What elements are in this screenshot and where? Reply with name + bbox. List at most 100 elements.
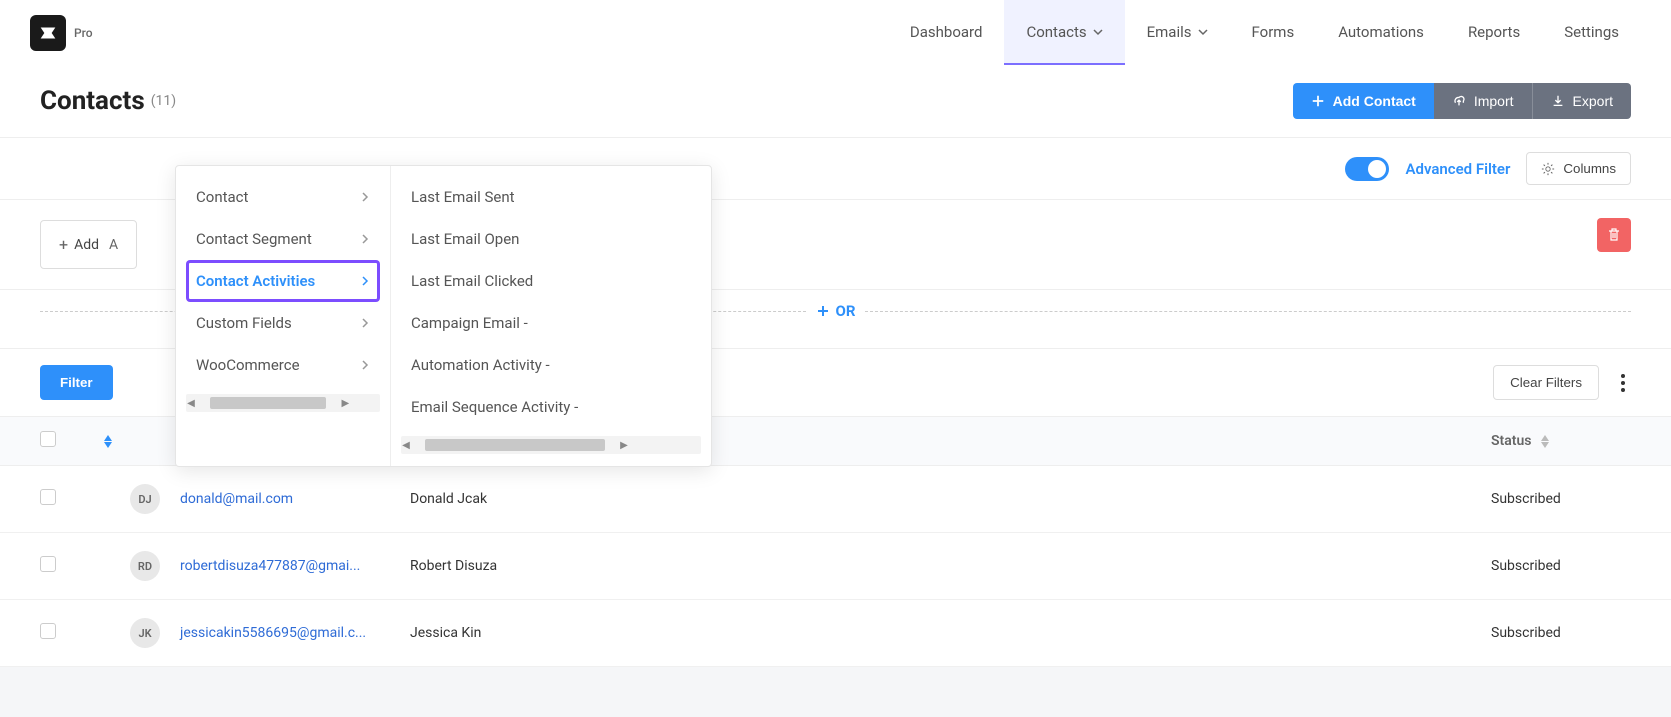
scroll-right-icon: ▶	[340, 398, 350, 409]
nav-automations-label: Automations	[1338, 23, 1424, 41]
plus-icon	[1311, 94, 1325, 108]
cascade-scrollbar-2[interactable]: ◀ ▶	[401, 436, 701, 454]
export-label: Export	[1573, 93, 1613, 109]
content: Contacts (11) Add Contact Import Export …	[0, 65, 1671, 667]
scroll-left-icon: ◀	[401, 440, 411, 451]
columns-label: Columns	[1563, 161, 1616, 176]
advanced-filter-toggle[interactable]	[1345, 157, 1389, 181]
status-header-label: Status	[1491, 433, 1531, 449]
cascade-item-label: Last Email Clicked	[411, 272, 533, 290]
or-label-text: OR	[836, 302, 856, 320]
kebab-dot	[1621, 388, 1625, 392]
cascade-item-label: Contact Activities	[196, 272, 315, 290]
nav-contacts[interactable]: Contacts	[1004, 0, 1124, 65]
chevron-right-icon	[360, 360, 370, 370]
import-label: Import	[1474, 93, 1514, 109]
page-header: Contacts (11) Add Contact Import Export	[0, 65, 1671, 138]
kebab-dot	[1621, 381, 1625, 385]
row-checkbox[interactable]	[40, 556, 56, 572]
page-count: (11)	[151, 93, 176, 109]
delete-filter-button[interactable]	[1597, 218, 1631, 252]
filter-button[interactable]: Filter	[40, 365, 113, 400]
cascade-item-label: Automation Activity -	[411, 356, 550, 374]
scrollbar-thumb[interactable]	[425, 439, 605, 451]
nav-forms[interactable]: Forms	[1230, 0, 1317, 65]
cascade-item-contact-segment[interactable]: Contact Segment	[176, 218, 390, 260]
cascade-scrollbar-1[interactable]: ◀ ▶	[186, 394, 380, 412]
nav-items: Dashboard Contacts Emails Forms Automati…	[888, 0, 1641, 65]
add-contact-button[interactable]: Add Contact	[1293, 83, 1434, 119]
advanced-filter-label[interactable]: Advanced Filter	[1405, 160, 1510, 178]
page-title: Contacts	[40, 86, 145, 116]
cascade-item-custom-fields[interactable]: Custom Fields	[176, 302, 390, 344]
nav-dashboard[interactable]: Dashboard	[888, 0, 1005, 65]
clear-filters-button[interactable]: Clear Filters	[1493, 365, 1599, 400]
table-row: RD robertdisuza477887@gmai... Robert Dis…	[0, 533, 1671, 600]
contact-email-link[interactable]: donald@mail.com	[180, 491, 293, 507]
contact-status: Subscribed	[1491, 558, 1561, 574]
add-label: Add	[74, 237, 99, 253]
cascade-item-last-email-clicked[interactable]: Last Email Clicked	[391, 260, 711, 302]
app-logo[interactable]	[30, 15, 66, 51]
cascade-item-label: Contact Segment	[196, 230, 312, 248]
gear-icon	[1541, 162, 1555, 176]
kebab-dot	[1621, 374, 1625, 378]
nav-settings-label: Settings	[1564, 23, 1619, 41]
col-sort-header[interactable]	[80, 433, 130, 449]
cascade-item-campaign-email[interactable]: Campaign Email -	[391, 302, 711, 344]
add-contact-label: Add Contact	[1333, 93, 1416, 109]
cascade-item-last-email-open[interactable]: Last Email Open	[391, 218, 711, 260]
filter-group: + Add A	[40, 220, 137, 269]
chevron-down-icon	[1093, 27, 1103, 37]
avatar: JK	[130, 618, 160, 648]
nav-settings[interactable]: Settings	[1542, 0, 1641, 65]
or-separator[interactable]: OR	[806, 302, 866, 320]
plus-icon: +	[59, 235, 68, 254]
contact-email-link[interactable]: robertdisuza477887@gmai...	[180, 558, 360, 574]
contact-name: Jessica Kin	[410, 625, 481, 641]
nav-emails[interactable]: Emails	[1125, 0, 1230, 65]
cascade-item-automation-activity[interactable]: Automation Activity -	[391, 344, 711, 386]
avatar: RD	[130, 551, 160, 581]
contact-name: Donald Jcak	[410, 491, 487, 507]
export-button[interactable]: Export	[1532, 83, 1631, 119]
cascade-item-contact[interactable]: Contact	[176, 176, 390, 218]
download-icon	[1551, 94, 1565, 108]
more-options-button[interactable]	[1615, 368, 1631, 398]
col-status-header[interactable]: Status	[1491, 433, 1631, 449]
header-actions: Add Contact Import Export	[1293, 83, 1631, 119]
nav-reports[interactable]: Reports	[1446, 0, 1542, 65]
filter-extra-text: A	[109, 237, 118, 253]
cascade-item-label: Last Email Sent	[411, 188, 515, 206]
scrollbar-thumb[interactable]	[210, 397, 326, 409]
chevron-right-icon	[360, 276, 370, 286]
nav-contacts-label: Contacts	[1026, 23, 1086, 41]
cascade-item-woocommerce[interactable]: WooCommerce	[176, 344, 390, 386]
columns-button[interactable]: Columns	[1526, 152, 1631, 185]
row-checkbox[interactable]	[40, 489, 56, 505]
contact-email-link[interactable]: jessicakin5586695@gmail.c...	[180, 625, 366, 641]
cloud-upload-icon	[1452, 94, 1466, 108]
cascade-item-label: Custom Fields	[196, 314, 292, 332]
row-checkbox[interactable]	[40, 623, 56, 639]
cascade-col-1: Contact Contact Segment Contact Activiti…	[176, 166, 391, 466]
select-all-checkbox[interactable]	[40, 431, 56, 447]
nav-automations[interactable]: Automations	[1316, 0, 1446, 65]
cascade-col-2: Last Email Sent Last Email Open Last Ema…	[391, 166, 711, 466]
logo-pro-label: Pro	[74, 26, 93, 40]
cascade-item-label: Last Email Open	[411, 230, 519, 248]
scroll-left-icon: ◀	[186, 398, 196, 409]
chevron-right-icon	[360, 192, 370, 202]
cascade-item-contact-activities[interactable]: Contact Activities	[186, 260, 380, 302]
import-button[interactable]: Import	[1434, 83, 1532, 119]
cascade-item-label: Campaign Email -	[411, 314, 528, 332]
table-row: JK jessicakin5586695@gmail.c... Jessica …	[0, 600, 1671, 667]
cascade-item-label: Contact	[196, 188, 248, 206]
cascade-item-label: WooCommerce	[196, 356, 300, 374]
add-condition-button[interactable]: + Add	[59, 235, 99, 254]
nav-reports-label: Reports	[1468, 23, 1520, 41]
col-check-header	[40, 431, 80, 451]
cascade-item-last-email-sent[interactable]: Last Email Sent	[391, 176, 711, 218]
cascade-item-email-sequence-activity[interactable]: Email Sequence Activity -	[391, 386, 711, 428]
chevron-right-icon	[360, 318, 370, 328]
